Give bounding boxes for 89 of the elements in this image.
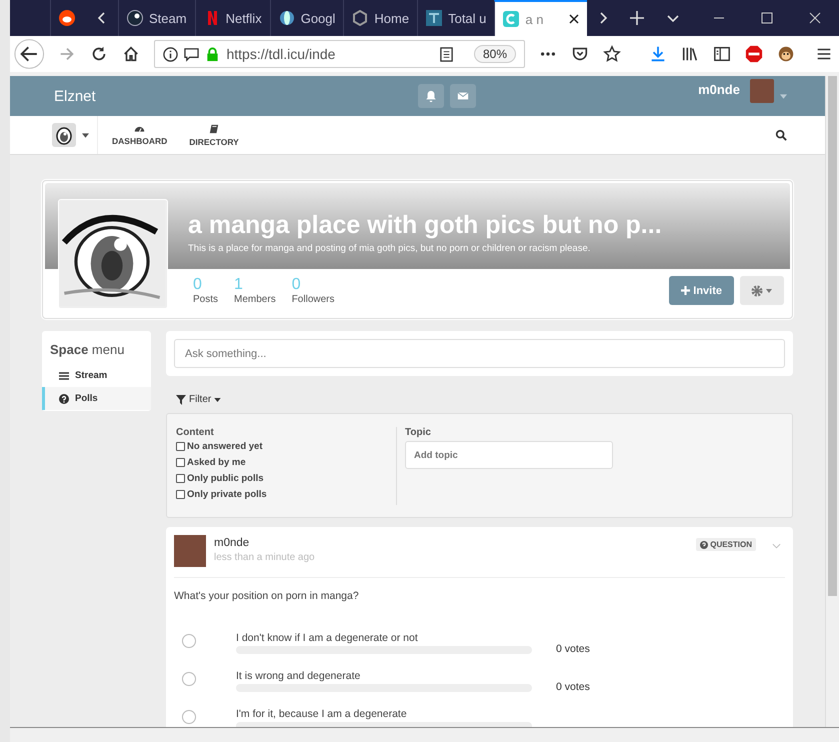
browser-tab[interactable]: Home — [343, 0, 418, 36]
hexagon-icon — [352, 10, 368, 26]
star-icon[interactable] — [603, 45, 621, 63]
space-description: This is a place for manga and posting of mia goth pics, but no porn or children or racism please. — [188, 243, 592, 254]
plus-icon[interactable] — [630, 11, 644, 25]
scrollbar[interactable] — [825, 76, 839, 727]
poll-question: What's your position on porn in manga? — [174, 589, 360, 604]
gear-icon — [751, 284, 773, 296]
nav-link[interactable]: DASHBOARD — [112, 124, 168, 146]
question-icon — [700, 540, 708, 548]
browser-tab[interactable]: Netflix — [194, 0, 270, 36]
filter-dropdown[interactable]: Filter — [166, 376, 232, 413]
download-icon[interactable] — [649, 45, 667, 63]
padlock-icon — [205, 46, 220, 62]
zoom-level-button[interactable]: 80% — [474, 45, 516, 63]
vote-count: 0 votes — [556, 643, 590, 655]
maximize-icon[interactable] — [761, 12, 773, 24]
caret-icon[interactable] — [82, 132, 89, 138]
logo-icon — [426, 10, 442, 26]
radio-button[interactable] — [182, 634, 196, 648]
photo-placeholder — [174, 535, 206, 567]
stat-label: Followers — [292, 294, 334, 305]
url-text: https://tdl.icu/inde — [226, 46, 336, 62]
stat-count: 0 — [193, 276, 203, 294]
envelope-icon — [456, 90, 469, 102]
search-icon[interactable] — [775, 129, 787, 141]
menu-item[interactable]: Stream — [42, 364, 151, 387]
eye-drawing[interactable] — [52, 123, 76, 147]
stat-label: Members — [234, 294, 276, 305]
browser-tab[interactable]: Steam — [118, 0, 195, 36]
settings-button[interactable] — [740, 276, 784, 305]
filter-checkbox[interactable]: Only public polls — [176, 473, 396, 484]
topic-field[interactable]: Add topic — [405, 441, 613, 469]
filter-checkbox[interactable]: Only private polls — [176, 489, 396, 500]
poll-option: I don't know if I am a degenerate or not — [236, 632, 532, 644]
checkbox[interactable] — [176, 490, 185, 499]
app-icon — [503, 11, 520, 27]
messages-button[interactable] — [450, 84, 476, 108]
menu-item[interactable]: Polls — [42, 387, 151, 410]
browser-tab[interactable]: a n — [494, 0, 588, 36]
checkbox[interactable] — [176, 442, 185, 451]
speech-bubble-icon — [184, 46, 200, 62]
radio-button[interactable] — [182, 710, 196, 724]
vote-count: 0 votes — [556, 681, 590, 693]
alien-icon — [59, 10, 75, 26]
chevron-right-icon[interactable] — [598, 11, 608, 25]
gauge-icon — [134, 124, 146, 133]
sidebar-icon[interactable] — [713, 45, 731, 63]
caret-icon — [214, 398, 222, 402]
pocket-icon[interactable] — [571, 45, 589, 63]
menu-title: Space menu — [49, 341, 126, 359]
library-icon[interactable] — [681, 45, 699, 63]
browser-tab[interactable]: Googl — [270, 0, 344, 36]
space-title: a manga place with goth pics but no p... — [188, 211, 663, 240]
question-badge: QUESTION — [696, 538, 756, 551]
monkey-icon[interactable] — [777, 45, 795, 63]
filter-heading: Topic — [405, 427, 432, 438]
stop-sign-icon[interactable] — [745, 45, 763, 63]
ask-field[interactable]: Ask something... — [174, 339, 785, 368]
reader-view-icon[interactable] — [438, 46, 454, 62]
list-icon — [59, 370, 69, 380]
book-icon — [209, 124, 220, 134]
post-time: less than a minute ago — [214, 552, 315, 563]
stat-count: 0 — [292, 276, 302, 294]
question-icon — [59, 394, 69, 404]
author-name[interactable]: m0nde — [214, 537, 315, 549]
stat-count: 1 — [234, 276, 244, 294]
plus-icon — [681, 286, 690, 295]
poll-option: It is wrong and degenerate — [236, 670, 532, 682]
filter-checkbox[interactable]: No answered yet — [176, 441, 396, 452]
globe-icon — [278, 10, 295, 26]
notifications-button[interactable] — [418, 84, 444, 108]
steam-icon — [127, 10, 143, 26]
info-icon — [163, 46, 178, 62]
funnel-icon — [176, 394, 186, 404]
address-bar[interactable]: https://tdl.icu/inde 80% — [154, 40, 525, 68]
close-icon[interactable] — [569, 14, 580, 24]
home-icon[interactable] — [122, 45, 140, 63]
filter-heading: Content — [176, 427, 215, 438]
checkbox[interactable] — [176, 474, 185, 483]
checkbox[interactable] — [176, 458, 185, 467]
bell-icon — [424, 90, 437, 102]
nav-link[interactable]: DIRECTORY — [189, 124, 239, 146]
stat-label: Posts — [193, 294, 218, 305]
chevron-left-icon[interactable] — [97, 11, 107, 25]
filter-checkbox[interactable]: Asked by me — [176, 457, 396, 468]
radio-button[interactable] — [182, 672, 196, 686]
poll-option: I'm for it, because I am a degenerate — [236, 708, 532, 720]
reload-icon[interactable] — [90, 45, 108, 63]
